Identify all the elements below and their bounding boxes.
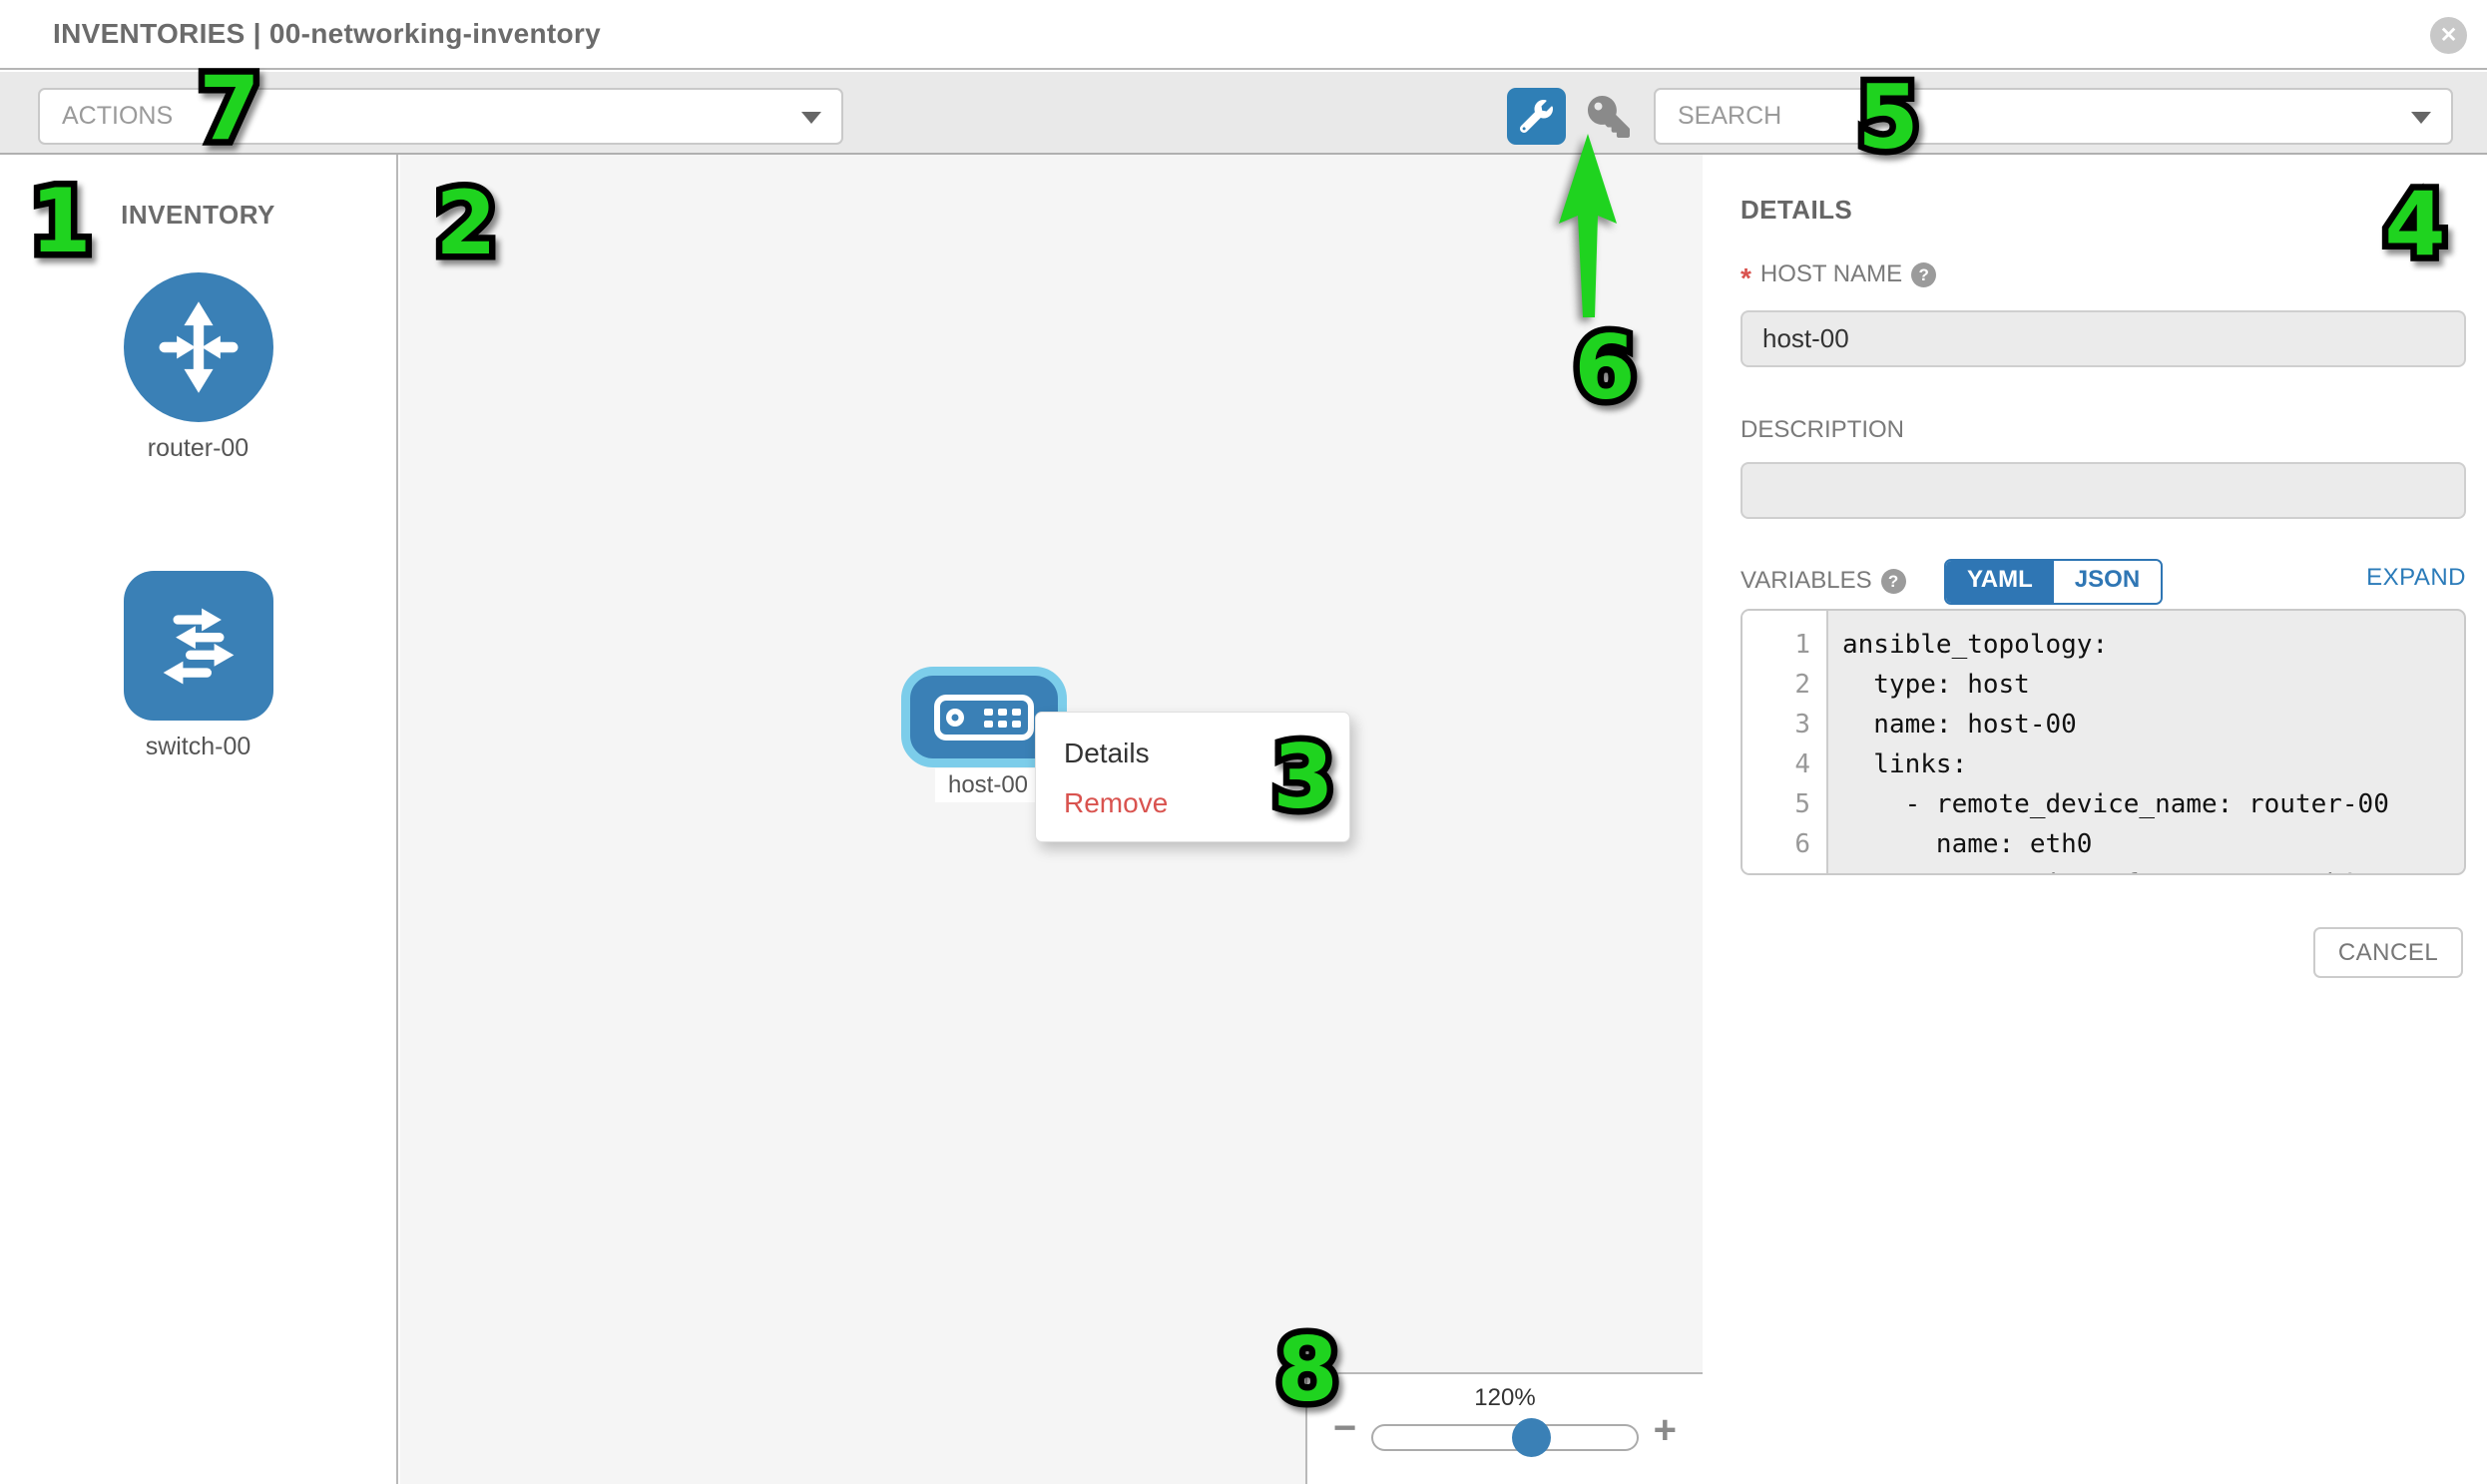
zoom-level-value: 120% — [1307, 1384, 1703, 1412]
code-line: 1 ansible_topology: — [1742, 625, 2464, 665]
search-dropdown-placeholder: SEARCH — [1678, 90, 1781, 143]
context-menu-item-details[interactable]: Details — [1036, 729, 1349, 778]
variables-label-row: VARIABLES ? — [1741, 567, 1906, 595]
chevron-down-icon — [801, 112, 821, 124]
sidebar-item-label: router-00 — [0, 434, 396, 463]
search-dropdown[interactable]: SEARCH — [1654, 88, 2453, 145]
variables-label: VARIABLES — [1741, 567, 1872, 595]
switch-icon — [124, 571, 273, 721]
code-line: 2 type: host — [1742, 665, 2464, 705]
wrench-icon — [1520, 100, 1553, 133]
variables-format-toggle: YAML JSON — [1944, 559, 2163, 605]
inventory-topology-window: INVENTORIES | 00-networking-inventory ✕ … — [0, 0, 2487, 1484]
line-number: 7 — [1742, 864, 1826, 875]
code-line: 3 name: host-00 — [1742, 705, 2464, 744]
description-field[interactable] — [1741, 462, 2466, 519]
line-text: - remote_device_name: router-00 — [1826, 784, 2389, 824]
description-label: DESCRIPTION — [1741, 416, 1904, 444]
sidebar-item-router[interactable]: router-00 — [0, 272, 396, 463]
actions-dropdown[interactable]: ACTIONS — [38, 88, 843, 145]
host-name-label-row: * HOST NAME ? — [1741, 260, 1936, 288]
variables-code-editor[interactable]: 1 ansible_topology: 2 type: host 3 name:… — [1741, 609, 2466, 875]
line-text: type: host — [1826, 665, 2030, 705]
details-panel: DETAILS * HOST NAME ? DESCRIPTION VARIAB… — [1703, 155, 2487, 1484]
line-text: name: host-00 — [1826, 705, 2077, 744]
sidebar-title: INVENTORY — [0, 200, 396, 231]
window-header: INVENTORIES | 00-networking-inventory ✕ — [0, 0, 2487, 70]
code-line: 7 remote_interface_name: eth0 — [1742, 864, 2464, 875]
description-label-row: DESCRIPTION — [1741, 416, 1904, 444]
expand-link[interactable]: EXPAND — [2366, 564, 2466, 592]
code-line: 6 name: eth0 — [1742, 824, 2464, 864]
line-number: 4 — [1742, 744, 1826, 784]
help-icon[interactable]: ? — [1911, 262, 1936, 287]
line-number: 1 — [1742, 625, 1826, 665]
node-context-menu: Details Remove — [1035, 712, 1350, 842]
help-icon[interactable]: ? — [1881, 569, 1906, 594]
context-menu-item-remove[interactable]: Remove — [1036, 778, 1349, 828]
zoom-slider-thumb[interactable] — [1512, 1418, 1551, 1457]
router-icon — [124, 272, 273, 422]
line-number: 3 — [1742, 705, 1826, 744]
code-line: 5 - remote_device_name: router-00 — [1742, 784, 2464, 824]
line-number: 2 — [1742, 665, 1826, 705]
inventory-sidebar: INVENTORY router-00 — [0, 155, 398, 1484]
line-text: name: eth0 — [1826, 824, 2092, 864]
line-text: ansible_topology: — [1826, 625, 2108, 665]
sidebar-item-label: switch-00 — [0, 733, 396, 761]
host-icon — [934, 695, 1034, 741]
line-text: links: — [1826, 744, 1967, 784]
toolbar: ACTIONS SEARCH — [0, 72, 2487, 155]
zoom-out-button[interactable]: − — [1333, 1406, 1356, 1451]
page-title: INVENTORIES | 00-networking-inventory — [53, 0, 601, 68]
chevron-down-icon — [2411, 112, 2431, 124]
code-line: 4 links: — [1742, 744, 2464, 784]
sidebar-item-switch[interactable]: switch-00 — [0, 571, 396, 761]
tab-yaml[interactable]: YAML — [1946, 561, 2054, 603]
required-marker: * — [1741, 273, 1751, 283]
line-text: remote_interface_name: eth0 — [1826, 864, 2358, 875]
key-icon — [1588, 96, 1630, 138]
line-number: 5 — [1742, 784, 1826, 824]
host-name-label: HOST NAME — [1760, 260, 1902, 288]
editor-lines: 1 ansible_topology: 2 type: host 3 name:… — [1742, 625, 2464, 875]
details-panel-title: DETAILS — [1741, 195, 1852, 226]
tab-json[interactable]: JSON — [2054, 561, 2161, 603]
toolbar-key-button[interactable] — [1585, 93, 1633, 141]
toolbar-tools-button[interactable] — [1507, 88, 1566, 145]
actions-dropdown-placeholder: ACTIONS — [62, 90, 173, 143]
host-node-label: host-00 — [935, 768, 1041, 802]
line-number: 6 — [1742, 824, 1826, 864]
zoom-control: 120% − + — [1305, 1372, 1703, 1484]
close-icon[interactable]: ✕ — [2430, 17, 2467, 54]
zoom-slider-track[interactable] — [1371, 1424, 1639, 1451]
topology-canvas[interactable]: host-00 Details Remove 120% − + — [400, 155, 1703, 1484]
zoom-in-button[interactable]: + — [1654, 1408, 1677, 1453]
host-name-field[interactable] — [1741, 310, 2466, 367]
cancel-button[interactable]: CANCEL — [2313, 927, 2463, 978]
